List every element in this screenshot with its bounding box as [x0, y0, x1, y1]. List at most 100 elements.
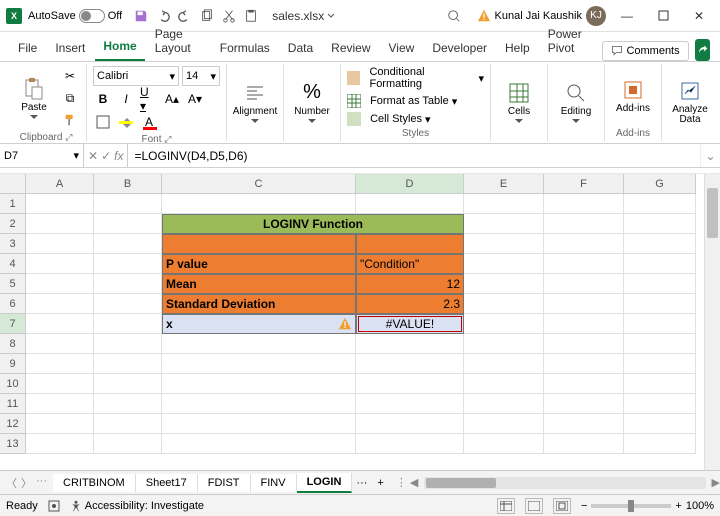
cell[interactable]: 12: [356, 274, 464, 294]
search-icon[interactable]: [447, 9, 461, 23]
cells-button[interactable]: Cells: [497, 66, 541, 137]
col-header-b[interactable]: B: [94, 174, 162, 194]
addins-button[interactable]: Add-ins: [611, 66, 655, 126]
zoom-control[interactable]: − + 100%: [581, 500, 714, 512]
tab-formulas[interactable]: Formulas: [212, 35, 278, 61]
tab-help[interactable]: Help: [497, 35, 538, 61]
cell-title[interactable]: LOGINV Function: [162, 214, 464, 234]
row-header[interactable]: 8: [0, 334, 26, 354]
name-box[interactable]: D7 ▾: [0, 144, 84, 167]
cut-icon[interactable]: ✂: [60, 66, 80, 86]
analyze-data-button[interactable]: Analyze Data: [668, 66, 712, 137]
paste-icon[interactable]: [244, 9, 258, 23]
tab-review[interactable]: Review: [323, 35, 378, 61]
sheet-tab[interactable]: FINV: [251, 474, 297, 492]
fill-color-button[interactable]: [116, 112, 136, 132]
vertical-scrollbar[interactable]: [704, 174, 720, 470]
col-header-f[interactable]: F: [544, 174, 624, 194]
font-name-combo[interactable]: Calibri▾: [93, 66, 179, 86]
row-header[interactable]: 9: [0, 354, 26, 374]
editing-button[interactable]: Editing: [554, 66, 598, 137]
cell[interactable]: P value: [162, 254, 356, 274]
col-header-g[interactable]: G: [624, 174, 696, 194]
format-as-table-button[interactable]: Format as Table ▾: [347, 94, 484, 108]
cell[interactable]: "Condition": [356, 254, 464, 274]
minimize-button[interactable]: ―: [612, 6, 642, 26]
expand-formula-bar-icon[interactable]: ⌄: [700, 144, 720, 167]
tab-home[interactable]: Home: [95, 33, 144, 61]
enter-formula-icon[interactable]: ✓: [101, 149, 111, 163]
tab-overflow-icon[interactable]: ···: [352, 477, 371, 489]
scrollbar-thumb[interactable]: [707, 188, 718, 238]
col-header-a[interactable]: A: [26, 174, 94, 194]
cell[interactable]: Mean: [162, 274, 356, 294]
sheet-tab[interactable]: Sheet17: [136, 474, 198, 492]
tab-scroll-left-icon[interactable]: 〈: [6, 475, 17, 491]
fx-icon[interactable]: fx: [114, 149, 123, 163]
tab-powerpivot[interactable]: Power Pivot: [540, 21, 601, 61]
font-color-button[interactable]: A: [139, 112, 159, 132]
worksheet-grid[interactable]: A B C D E F G 1 2 3 4 5 6 7 8 9 10 11 12…: [0, 174, 720, 470]
pagelayout-view-button[interactable]: [525, 498, 543, 514]
sheet-tab[interactable]: CRITBINOM: [53, 474, 136, 492]
zoom-out-icon[interactable]: −: [581, 500, 587, 512]
tab-pagelayout[interactable]: Page Layout: [147, 21, 210, 61]
dialog-launcher-icon[interactable]: ⤢: [164, 134, 171, 144]
row-header[interactable]: 3: [0, 234, 26, 254]
number-button[interactable]: % Number: [290, 66, 334, 137]
select-all-corner[interactable]: [0, 174, 26, 194]
cell[interactable]: Standard Deviation: [162, 294, 356, 314]
tab-insert[interactable]: Insert: [47, 35, 93, 61]
cell-styles-button[interactable]: Cell Styles ▾: [347, 112, 484, 126]
filename[interactable]: sales.xlsx: [272, 9, 335, 23]
conditional-formatting-button[interactable]: Conditional Formatting ▾: [347, 66, 484, 90]
alignment-button[interactable]: Alignment: [233, 66, 277, 137]
zoom-in-icon[interactable]: +: [675, 500, 681, 512]
scrollbar-thumb[interactable]: [426, 478, 496, 488]
row-header[interactable]: 10: [0, 374, 26, 394]
normal-view-button[interactable]: [497, 498, 515, 514]
tab-more-icon[interactable]: ···: [36, 475, 47, 491]
row-header[interactable]: 4: [0, 254, 26, 274]
zoom-slider[interactable]: [591, 504, 671, 508]
accessibility-status[interactable]: Accessibility: Investigate: [70, 500, 204, 512]
row-header[interactable]: 13: [0, 434, 26, 454]
sheet-tab[interactable]: LOGIN: [297, 473, 353, 493]
cut-icon[interactable]: [222, 9, 236, 23]
borders-button[interactable]: [93, 112, 113, 132]
autosave-toggle[interactable]: AutoSave Off: [28, 9, 122, 23]
comments-button[interactable]: Comments: [602, 41, 688, 61]
warning-icon[interactable]: [338, 317, 352, 331]
close-button[interactable]: ✕: [684, 6, 714, 26]
decrease-font-icon[interactable]: A▾: [185, 89, 205, 109]
horizontal-scrollbar[interactable]: [424, 477, 705, 489]
tab-scroll-right-icon[interactable]: 〉: [21, 475, 32, 491]
copy-icon[interactable]: ⧉: [60, 88, 80, 108]
row-header[interactable]: 5: [0, 274, 26, 294]
underline-button[interactable]: U ▾: [139, 89, 159, 109]
font-size-combo[interactable]: 14▾: [182, 66, 220, 86]
new-sheet-button[interactable]: +: [371, 477, 389, 489]
pagebreak-view-button[interactable]: [553, 498, 571, 514]
cancel-formula-icon[interactable]: ✕: [88, 149, 98, 163]
row-header[interactable]: 2: [0, 214, 26, 234]
tab-view[interactable]: View: [381, 35, 423, 61]
zoom-level[interactable]: 100%: [686, 500, 714, 512]
tab-developer[interactable]: Developer: [424, 35, 495, 61]
italic-button[interactable]: I: [116, 89, 136, 109]
format-painter-icon[interactable]: [60, 110, 80, 130]
col-header-d[interactable]: D: [356, 174, 464, 194]
col-header-c[interactable]: C: [162, 174, 356, 194]
macro-record-icon[interactable]: [48, 500, 60, 512]
row-header[interactable]: 12: [0, 414, 26, 434]
dialog-launcher-icon[interactable]: ⤢: [65, 132, 72, 142]
row-header[interactable]: 1: [0, 194, 26, 214]
maximize-button[interactable]: [648, 6, 678, 26]
active-cell[interactable]: #VALUE!: [356, 314, 464, 334]
bold-button[interactable]: B: [93, 89, 113, 109]
increase-font-icon[interactable]: A▴: [162, 89, 182, 109]
share-button[interactable]: [695, 39, 710, 61]
col-header-e[interactable]: E: [464, 174, 544, 194]
paste-button[interactable]: Paste: [12, 66, 56, 130]
cell[interactable]: 2.3: [356, 294, 464, 314]
